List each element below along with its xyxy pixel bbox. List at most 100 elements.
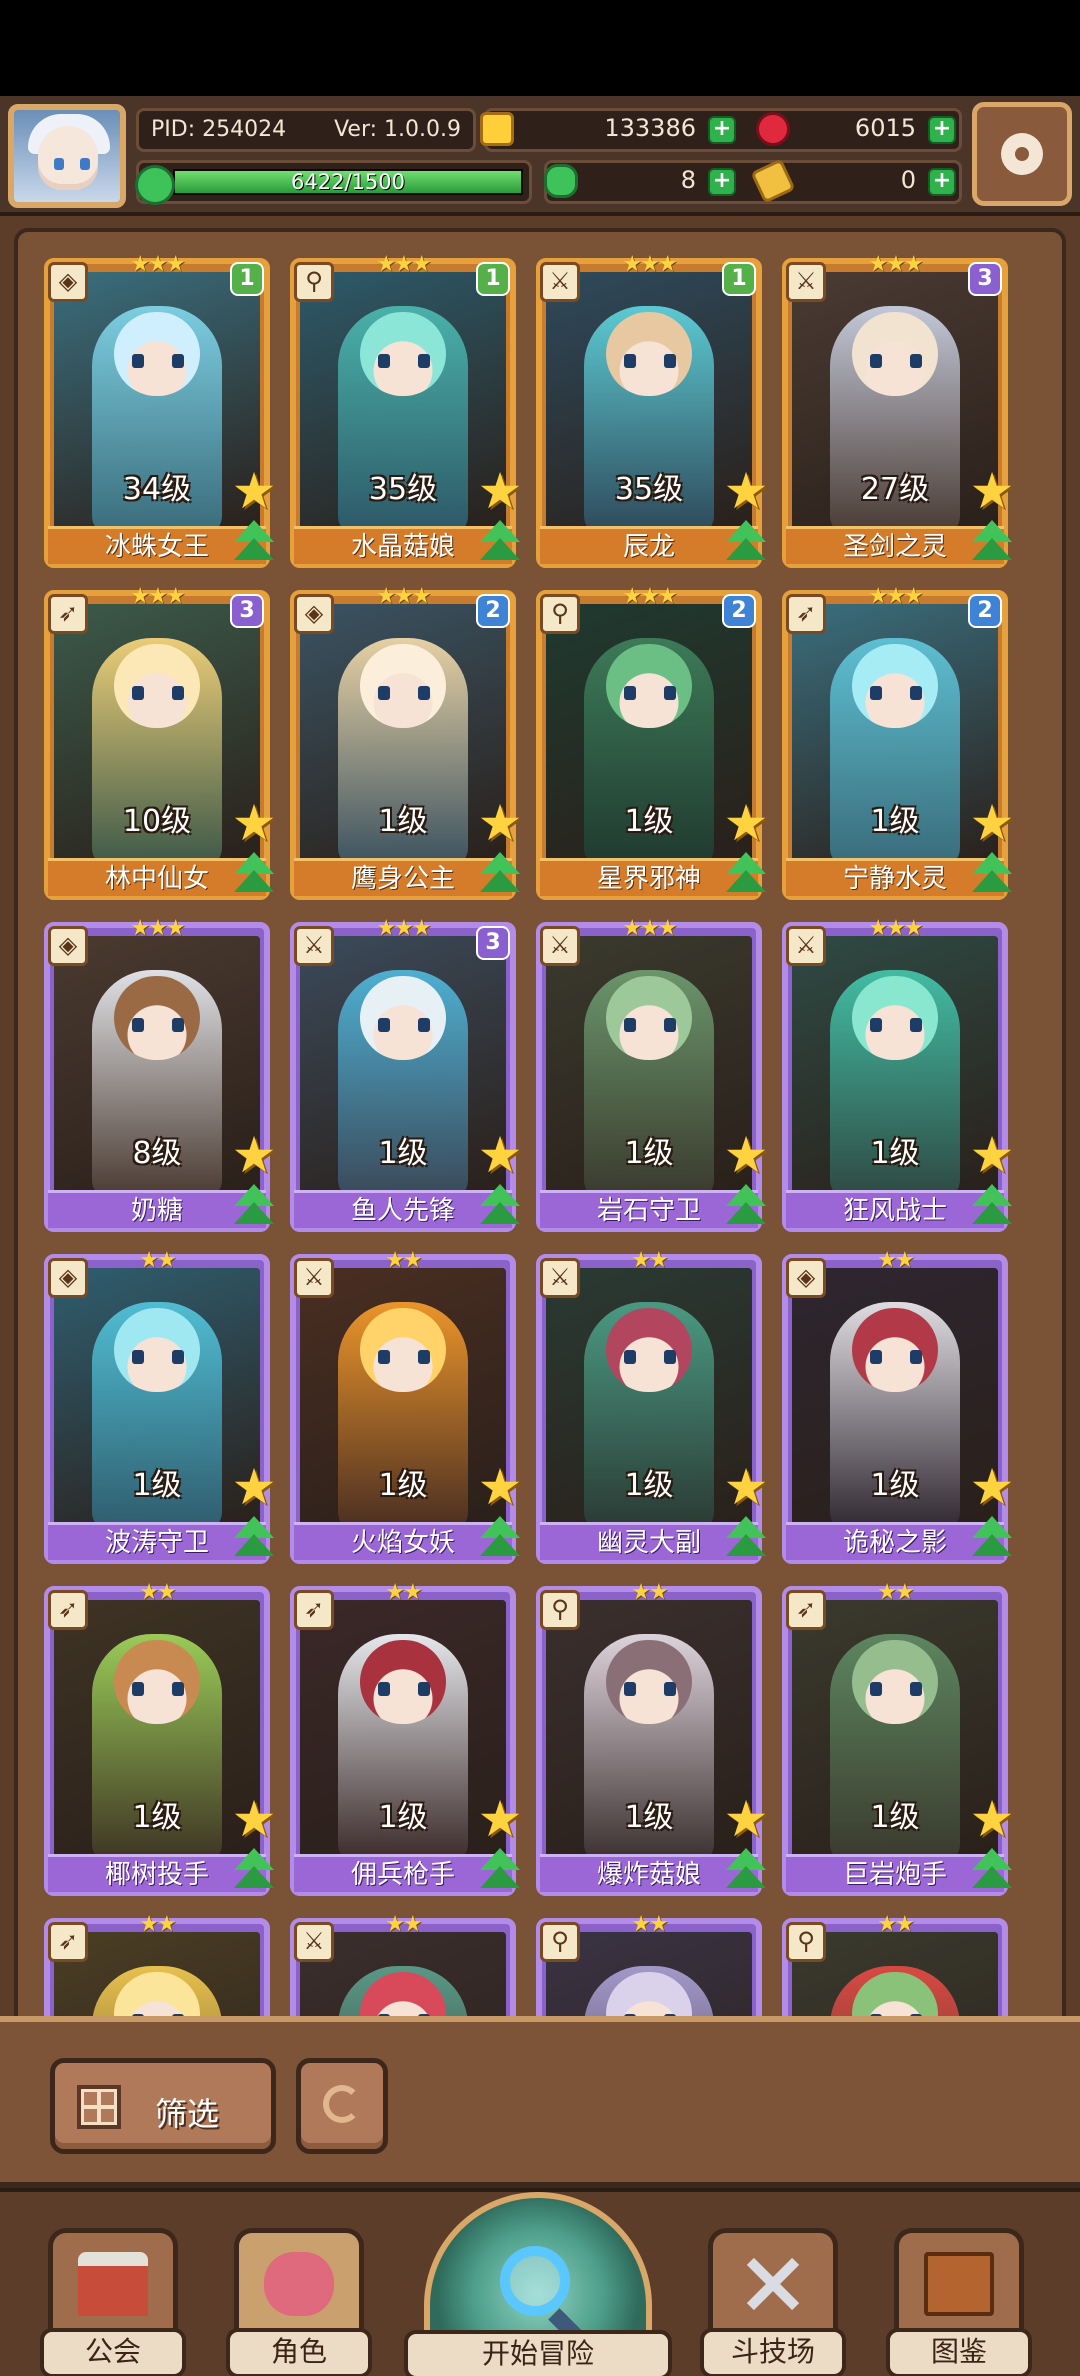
- character-card[interactable]: ⚔ ★★★ 3 27级 圣剑之灵 ★: [782, 252, 1014, 568]
- character-grid[interactable]: ◈ ★★★ 1 34级 冰蛛女王 ★ ⚲ ★★★ 1 35级 水晶菇娘 ★ ⚔ ★★★ 1 35级 辰龙 ★ ⚔ ★★…: [14, 228, 1066, 2028]
- character-face-icon: [264, 2252, 334, 2316]
- level-up-arrow-icon[interactable]: [478, 1516, 522, 1560]
- nav-codex[interactable]: 图鉴: [886, 2228, 1032, 2376]
- star-upgrade-icon[interactable]: ★: [722, 798, 770, 848]
- character-card[interactable]: ◈ ★★★ 8级 奶糖 ★: [44, 916, 276, 1232]
- gem-amount: 6015: [854, 114, 916, 142]
- refresh-button[interactable]: [296, 2058, 388, 2154]
- level-up-arrow-icon[interactable]: [724, 520, 768, 564]
- character-card[interactable]: ⚔ ★★★ 1 35级 辰龙 ★: [536, 252, 768, 568]
- character-card[interactable]: ⚲ ★★: [782, 1912, 1008, 2024]
- level-up-arrow-icon[interactable]: [724, 1516, 768, 1560]
- portrait-eye: [132, 1018, 144, 1032]
- character-card[interactable]: ◈ ★★ 1级 波涛守卫 ★: [44, 1248, 276, 1564]
- character-card[interactable]: ⚔ ★★★ 3 1级 鱼人先锋 ★: [290, 916, 522, 1232]
- level-up-arrow-icon[interactable]: [478, 520, 522, 564]
- portrait-eye: [378, 1018, 390, 1032]
- character-card[interactable]: ⚔ ★★: [290, 1912, 516, 2024]
- add-ticket-button[interactable]: +: [928, 168, 956, 196]
- star-upgrade-icon[interactable]: ★: [476, 1794, 524, 1844]
- level-up-arrow-icon[interactable]: [970, 852, 1014, 896]
- character-card[interactable]: ➶ ★★★ 3 10级 林中仙女 ★: [44, 584, 276, 900]
- add-gold-button[interactable]: +: [708, 116, 736, 144]
- level-up-arrow-icon[interactable]: [724, 1848, 768, 1892]
- star-rating: ★★: [631, 1248, 668, 1273]
- star-upgrade-icon[interactable]: ★: [476, 1462, 524, 1512]
- star-upgrade-icon[interactable]: ★: [968, 466, 1016, 516]
- portrait-head: [606, 1308, 692, 1392]
- settings-button[interactable]: [972, 102, 1072, 206]
- character-card[interactable]: ➶ ★★: [44, 1912, 270, 2024]
- star-upgrade-icon[interactable]: ★: [722, 1462, 770, 1512]
- portrait-head: [360, 1640, 446, 1724]
- level-up-arrow-icon[interactable]: [232, 1184, 276, 1228]
- portrait-eye: [418, 1350, 430, 1364]
- level-up-arrow-icon[interactable]: [478, 1848, 522, 1892]
- level-up-arrow-icon[interactable]: [232, 852, 276, 896]
- character-card[interactable]: ➶ ★★ 1级 椰树投手 ★: [44, 1580, 276, 1896]
- character-card[interactable]: ◈ ★★★ 2 1级 鹰身公主 ★: [290, 584, 522, 900]
- level-up-arrow-icon[interactable]: [232, 1848, 276, 1892]
- character-card[interactable]: ➶ ★★★ 2 1级 宁静水灵 ★: [782, 584, 1014, 900]
- nav-guild[interactable]: 公会: [40, 2228, 186, 2376]
- star-upgrade-icon[interactable]: ★: [230, 1130, 278, 1180]
- character-card[interactable]: ⚲ ★★★ 2 1级 星界邪神 ★: [536, 584, 768, 900]
- portrait-eye: [172, 1682, 184, 1696]
- star-upgrade-icon[interactable]: ★: [968, 1794, 1016, 1844]
- nav-arena[interactable]: 斗技场: [700, 2228, 846, 2376]
- nav-adventure-label: 开始冒险: [404, 2330, 672, 2376]
- character-card[interactable]: ➶ ★★ 1级 巨岩炮手 ★: [782, 1580, 1014, 1896]
- star-upgrade-icon[interactable]: ★: [968, 1462, 1016, 1512]
- star-rating: ★★★: [130, 916, 185, 941]
- star-upgrade-icon[interactable]: ★: [230, 1794, 278, 1844]
- gold-amount: 133386: [604, 114, 696, 142]
- star-upgrade-icon[interactable]: ★: [476, 798, 524, 848]
- star-upgrade-icon[interactable]: ★: [230, 466, 278, 516]
- level-up-arrow-icon[interactable]: [478, 852, 522, 896]
- star-upgrade-icon[interactable]: ★: [476, 466, 524, 516]
- star-upgrade-icon[interactable]: ★: [722, 1130, 770, 1180]
- filter-button[interactable]: 筛选: [50, 2058, 276, 2154]
- character-card[interactable]: ◈ ★★ 1级 诡秘之影 ★: [782, 1248, 1014, 1564]
- add-clover-button[interactable]: +: [708, 168, 736, 196]
- portrait-head: [360, 976, 446, 1060]
- portrait-head: [114, 312, 200, 396]
- star-upgrade-icon[interactable]: ★: [968, 1130, 1016, 1180]
- star-upgrade-icon[interactable]: ★: [722, 466, 770, 516]
- level-up-arrow-icon[interactable]: [970, 1184, 1014, 1228]
- star-upgrade-icon[interactable]: ★: [968, 798, 1016, 848]
- level-up-arrow-icon[interactable]: [724, 852, 768, 896]
- character-card[interactable]: ⚲ ★★ 1级 爆炸菇娘 ★: [536, 1580, 768, 1896]
- rank-badge: 3: [968, 262, 1002, 296]
- add-gem-button[interactable]: +: [928, 116, 956, 144]
- experience-text: 6422/1500: [291, 170, 405, 194]
- character-card[interactable]: ➶ ★★ 1级 佣兵枪手 ★: [290, 1580, 522, 1896]
- character-card[interactable]: ⚲ ★★★ 1 35级 水晶菇娘 ★: [290, 252, 522, 568]
- star-rating: ★★: [877, 1912, 914, 1937]
- level-up-arrow-icon[interactable]: [970, 1516, 1014, 1560]
- level-up-arrow-icon[interactable]: [232, 520, 276, 564]
- star-rating: ★★: [385, 1580, 422, 1605]
- star-upgrade-icon[interactable]: ★: [476, 1130, 524, 1180]
- portrait-head: [852, 976, 938, 1060]
- star-upgrade-icon[interactable]: ★: [230, 798, 278, 848]
- character-card[interactable]: ⚲ ★★: [536, 1912, 762, 2024]
- level-up-arrow-icon[interactable]: [232, 1516, 276, 1560]
- character-card[interactable]: ⚔ ★★ 1级 火焰女妖 ★: [290, 1248, 522, 1564]
- character-card[interactable]: ◈ ★★★ 1 34级 冰蛛女王 ★: [44, 252, 276, 568]
- level-up-arrow-icon[interactable]: [970, 520, 1014, 564]
- nav-characters[interactable]: 角色: [226, 2228, 372, 2376]
- player-avatar[interactable]: [8, 104, 126, 208]
- character-card[interactable]: ⚔ ★★ 1级 幽灵大副 ★: [536, 1248, 768, 1564]
- nav-start-adventure[interactable]: 开始冒险: [404, 2192, 672, 2376]
- character-card[interactable]: ⚔ ★★★ 1级 狂风战士 ★: [782, 916, 1014, 1232]
- player-info-box: PID: 254024 Ver: 1.0.0.9: [136, 108, 476, 152]
- rank-badge: 1: [476, 262, 510, 296]
- level-up-arrow-icon[interactable]: [970, 1848, 1014, 1892]
- star-upgrade-icon[interactable]: ★: [722, 1794, 770, 1844]
- character-card[interactable]: ⚔ ★★★ 1级 岩石守卫 ★: [536, 916, 768, 1232]
- level-up-arrow-icon[interactable]: [478, 1184, 522, 1228]
- rank-badge: 2: [968, 594, 1002, 628]
- star-upgrade-icon[interactable]: ★: [230, 1462, 278, 1512]
- level-up-arrow-icon[interactable]: [724, 1184, 768, 1228]
